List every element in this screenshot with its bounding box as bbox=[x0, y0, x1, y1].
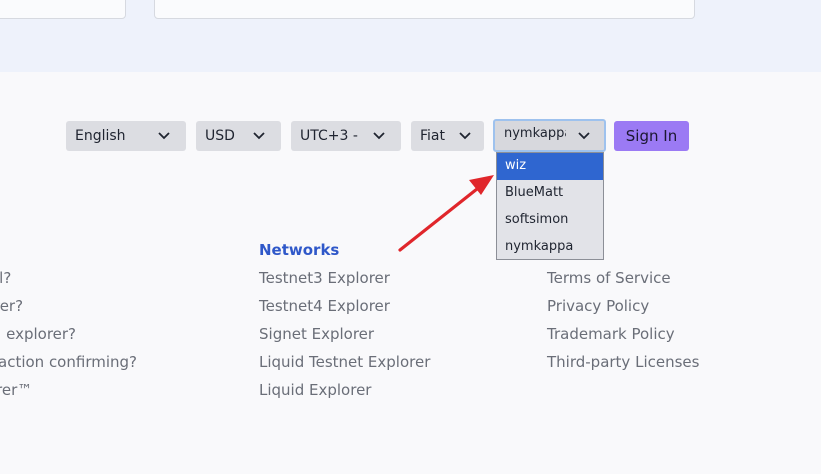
legal-link-trademark[interactable]: Trademark Policy bbox=[547, 325, 675, 343]
networks-heading: Networks bbox=[259, 241, 340, 259]
network-link-liquid-testnet[interactable]: Liquid Testnet Explorer bbox=[259, 353, 430, 371]
annotation-arrow bbox=[398, 175, 494, 252]
footer-left-link[interactable]: rer™ bbox=[0, 381, 32, 399]
footer-left-link[interactable]: plorer? bbox=[0, 297, 23, 315]
network-link-liquid[interactable]: Liquid Explorer bbox=[259, 381, 371, 399]
legal-link-terms[interactable]: Terms of Service bbox=[547, 269, 671, 287]
legal-link-privacy[interactable]: Privacy Policy bbox=[547, 297, 649, 315]
footer-left-link[interactable]: ol explorer? bbox=[0, 325, 76, 343]
network-link-signet[interactable]: Signet Explorer bbox=[259, 325, 374, 343]
footer-left-link[interactable]: ol? bbox=[0, 269, 11, 287]
footer-left-link[interactable]: action confirming? bbox=[0, 353, 137, 371]
network-link-testnet4[interactable]: Testnet4 Explorer bbox=[259, 297, 390, 315]
legal-link-third-party[interactable]: Third-party Licenses bbox=[547, 353, 699, 371]
network-link-testnet3[interactable]: Testnet3 Explorer bbox=[259, 269, 390, 287]
